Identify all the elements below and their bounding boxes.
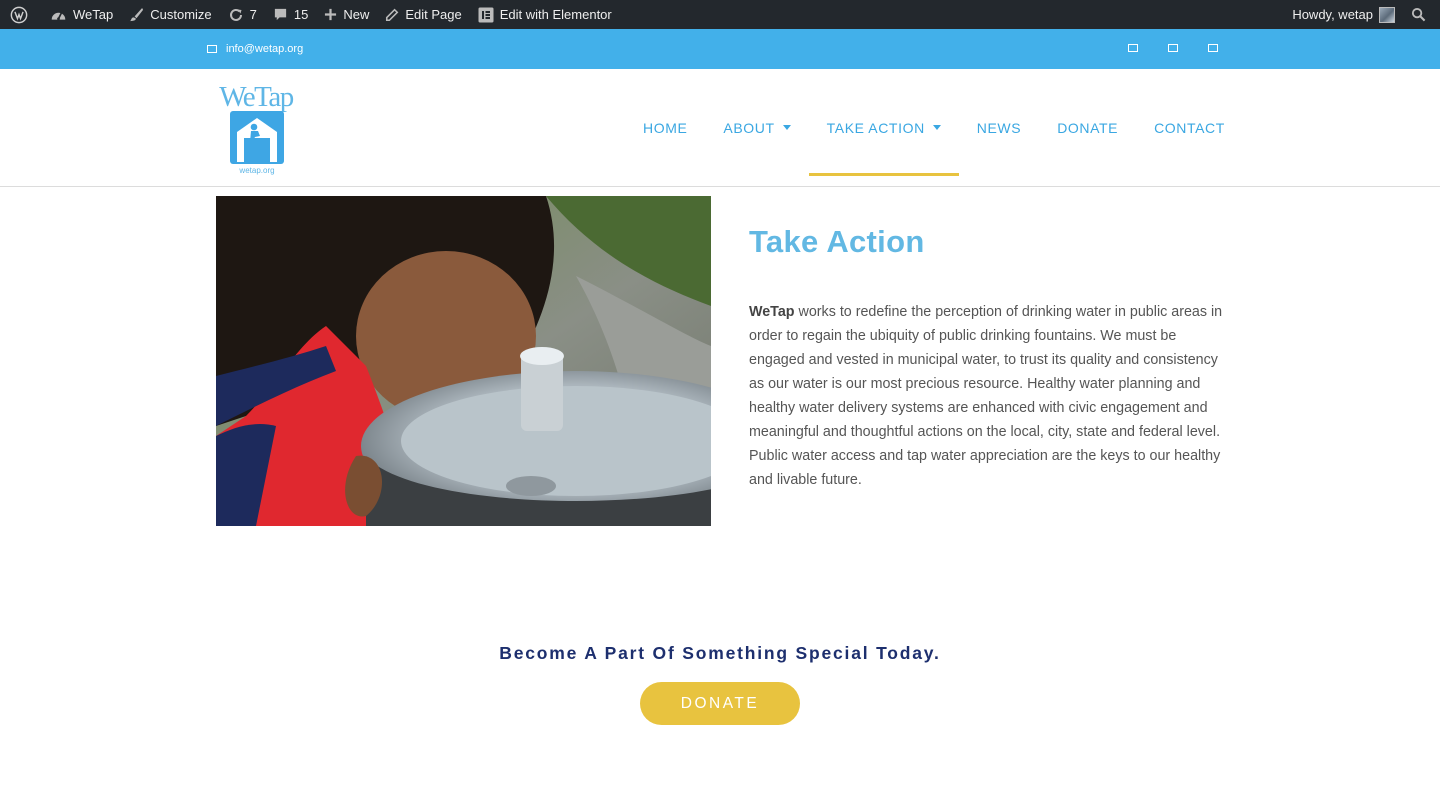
search-icon: [1411, 7, 1426, 22]
admin-bar-right: Howdy, wetap: [1284, 0, 1440, 29]
site-name: WeTap: [73, 7, 114, 22]
cta-heading: Become A Part Of Something Special Today…: [499, 643, 941, 663]
caret-down-icon: [932, 125, 941, 130]
edit-with-elementor-link[interactable]: Edit with Elementor: [470, 0, 620, 29]
edit-elementor-label: Edit with Elementor: [499, 7, 612, 22]
wordpress-menu[interactable]: [2, 0, 42, 29]
admin-search[interactable]: [1403, 0, 1440, 29]
nav-donate-label: DONATE: [1057, 119, 1119, 136]
comments-link[interactable]: 15: [265, 0, 316, 29]
updates-count: 7: [249, 7, 257, 22]
edit-page-label: Edit Page: [405, 7, 462, 22]
wetap-logo: WeTap wetap.org: [219, 81, 295, 175]
site-logo[interactable]: WeTap wetap.org: [208, 80, 304, 176]
my-account-menu[interactable]: Howdy, wetap: [1284, 0, 1403, 29]
nav-take-action[interactable]: TAKE ACTION: [808, 80, 959, 176]
social-links: [1128, 44, 1218, 52]
elementor-icon: [478, 7, 494, 22]
updates-link[interactable]: 7: [220, 0, 265, 29]
customize-link[interactable]: Customize: [121, 0, 219, 29]
new-label: New: [343, 7, 370, 22]
edit-page-link[interactable]: Edit Page: [377, 0, 469, 29]
nav-contact[interactable]: CONTACT: [1136, 80, 1243, 176]
avatar: [1379, 6, 1395, 23]
logo-url-text: wetap.org: [238, 166, 274, 175]
comments-count: 15: [293, 7, 309, 22]
admin-bar-left: WeTap Customize 7 15 New Edit Page Edit …: [0, 0, 620, 29]
donate-button[interactable]: DONATE: [640, 682, 800, 725]
social-icon[interactable]: [1208, 44, 1218, 52]
nav-contact-label: CONTACT: [1154, 119, 1225, 136]
brush-icon: [130, 7, 144, 22]
howdy-label: Howdy, wetap: [1292, 7, 1373, 22]
plus-icon: [325, 8, 337, 21]
main-nav: HOME ABOUT TAKE ACTION NEWS DONATE CONTA…: [625, 69, 1243, 186]
nav-take-action-label: TAKE ACTION: [826, 119, 925, 136]
updates-icon: [229, 8, 242, 21]
nav-news[interactable]: NEWS: [959, 80, 1039, 176]
intro-text: works to redefine the perception of drin…: [749, 304, 1223, 488]
site-name-menu[interactable]: WeTap: [42, 0, 121, 29]
pencil-icon: [386, 8, 399, 21]
social-icon[interactable]: [1168, 44, 1178, 52]
intro-brand: WeTap: [749, 304, 795, 320]
caret-down-icon: [782, 125, 791, 130]
envelope-icon: [207, 45, 217, 53]
wp-admin-bar: WeTap Customize 7 15 New Edit Page Edit …: [0, 0, 1440, 29]
page-title: Take Action: [749, 224, 925, 259]
nav-news-label: NEWS: [976, 119, 1022, 136]
nav-home-label: HOME: [643, 119, 688, 136]
logo-wordmark: WeTap: [219, 81, 293, 113]
nav-about-label: ABOUT: [723, 119, 775, 136]
nav-donate[interactable]: DONATE: [1039, 80, 1136, 176]
email-link[interactable]: info@wetap.org: [207, 29, 303, 69]
email-text: info@wetap.org: [226, 43, 304, 55]
site-header: WeTap wetap.org HOME ABOUT TAKE ACTION N…: [0, 69, 1440, 187]
wordpress-logo-icon: [10, 6, 28, 23]
social-icon[interactable]: [1128, 44, 1138, 52]
new-content-menu[interactable]: New: [316, 0, 377, 29]
nav-about[interactable]: ABOUT: [705, 80, 808, 176]
intro-paragraph: WeTap works to redefine the perception o…: [749, 300, 1231, 492]
comment-icon: [274, 8, 287, 21]
top-contact-bar: info@wetap.org: [0, 29, 1440, 69]
dashboard-icon: [51, 12, 66, 21]
child-drinking-fountain-photo: [216, 196, 711, 526]
nav-home[interactable]: HOME: [625, 80, 705, 176]
customize-label: Customize: [150, 7, 212, 22]
